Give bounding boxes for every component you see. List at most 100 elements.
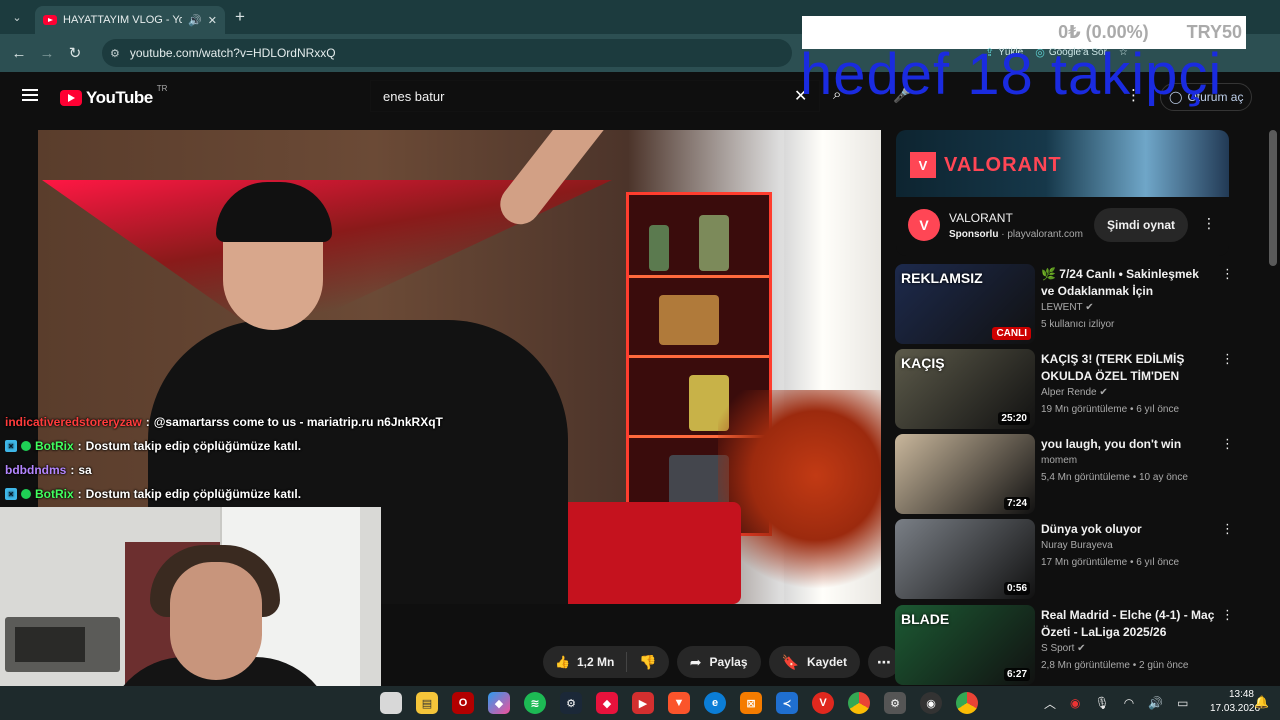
ad-more-icon[interactable]: ⋮: [1202, 215, 1216, 232]
back-icon[interactable]: ←: [5, 45, 33, 62]
channel-name-text: LEWENT: [1041, 302, 1083, 313]
video-title[interactable]: 🌿 7/24 Canlı • Sakinleşmek ve Odaklanmak…: [1041, 266, 1215, 300]
ad-domain: playvalorant.com: [1007, 229, 1083, 240]
video-thumbnail[interactable]: KAÇIŞ 25:20: [895, 349, 1035, 429]
ad-subline: Sponsorlu · playvalorant.com: [949, 229, 1083, 240]
browser-tab[interactable]: HAYATTAYIM VLOG - YouTube 🔊 ✕: [35, 6, 225, 34]
recommended-video[interactable]: BLADE 6:27 Real Madrid - Elche (4-1) - Maç…: [895, 605, 1235, 685]
dislike-button[interactable]: 👎: [627, 654, 668, 671]
video-thumbnail[interactable]: 0:56: [895, 519, 1035, 599]
reload-icon[interactable]: ↻: [61, 44, 89, 62]
ad-avatar[interactable]: V: [908, 209, 940, 241]
chat-username[interactable]: bdbdndms: [5, 463, 66, 477]
recommended-video[interactable]: 7:24 you laugh, you don't win momem 5,4 Mn …: [895, 434, 1235, 514]
cabinet-shelf: [629, 275, 769, 278]
tab-title: HAYATTAYIM VLOG - YouTube: [63, 14, 183, 26]
video-more-icon[interactable]: ⋮: [1221, 266, 1234, 282]
chrome-icon[interactable]: [848, 692, 870, 714]
video-title[interactable]: you laugh, you don't win: [1041, 436, 1215, 453]
share-button[interactable]: ➦ Paylaş: [676, 646, 761, 678]
channel-name[interactable]: LEWENT ✔: [1041, 302, 1094, 313]
verified-check-icon: ✔: [1074, 643, 1086, 654]
chat-separator: :: [77, 487, 82, 501]
chat-message: ✕ BotRix: Dostum takip edip çöplüğümüze ka…: [0, 482, 470, 506]
chrome-active-icon[interactable]: [956, 692, 978, 714]
verified-badge-icon: [21, 489, 31, 499]
like-button[interactable]: 👍 1,2 Mn: [543, 652, 628, 672]
video-meta: 19 Mn görüntüleme • 6 yıl önce: [1041, 404, 1180, 415]
url-field[interactable]: ⚙ youtube.com/watch?v=HDLOrdNRxxQ: [102, 39, 792, 67]
video-meta: 5 kullanıcı izliyor: [1041, 319, 1115, 330]
chat-message-text: @samartarss come to us - mariatrip.ru n6…: [153, 415, 443, 429]
tray-app-icon[interactable]: ◉: [1070, 696, 1080, 710]
wifi-icon[interactable]: ◠: [1124, 696, 1134, 710]
bot-badge-icon: ✕: [5, 440, 17, 452]
channel-name[interactable]: Alper Rende ✔: [1041, 387, 1108, 398]
video-title[interactable]: KAÇIŞ 3! (TERK EDİLMİŞ OKULDA ÖZEL TİM'D…: [1041, 351, 1215, 385]
recommended-video[interactable]: 0:56 Dünya yok oluyor Nuray Burayeva 17 Mn …: [895, 519, 1235, 599]
video-figurine: [699, 215, 729, 271]
search-input[interactable]: enes batur: [370, 80, 820, 112]
channel-name[interactable]: Nuray Burayeva: [1041, 540, 1113, 551]
new-tab-button[interactable]: +: [235, 7, 245, 27]
xampp-icon[interactable]: ⊠: [740, 692, 762, 714]
youtube-favicon-icon: [43, 15, 57, 25]
scrollbar[interactable]: [1269, 130, 1277, 266]
speaker-icon[interactable]: 🔊: [188, 14, 202, 27]
save-button[interactable]: 🔖 Kaydet: [768, 646, 860, 678]
game-icon[interactable]: ◆: [596, 692, 618, 714]
vscode-icon[interactable]: ≺: [776, 692, 798, 714]
youtube-logo[interactable]: YouTube TR: [60, 84, 167, 108]
video-thumbnail[interactable]: BLADE 6:27: [895, 605, 1035, 685]
battery-icon[interactable]: ▭: [1177, 696, 1188, 710]
chat-username[interactable]: indicativeredstoreryzaw: [5, 415, 142, 429]
site-info-icon[interactable]: ⚙: [110, 47, 120, 60]
menu-icon[interactable]: [22, 89, 38, 101]
video-thumbnail[interactable]: 7:24: [895, 434, 1035, 514]
copilot-icon[interactable]: ◆: [488, 692, 510, 714]
video-thumbnail[interactable]: REKLAMSIZ CANLI: [895, 264, 1035, 344]
channel-name[interactable]: S Sport ✔: [1041, 643, 1086, 654]
video-title[interactable]: Real Madrid - Elche (4-1) - Maç Özeti - …: [1041, 607, 1215, 641]
chat-separator: :: [145, 415, 150, 429]
notification-icon[interactable]: 🔔: [1254, 695, 1269, 709]
ad-sponsored-label: Sponsorlu: [949, 229, 999, 240]
forward-icon[interactable]: →: [33, 45, 61, 62]
brave-icon[interactable]: ▼: [668, 692, 690, 714]
video-more-icon[interactable]: ⋮: [1221, 521, 1234, 537]
bot-badge-icon: ✕: [5, 488, 17, 500]
task-view-icon[interactable]: [380, 692, 402, 714]
microphone-icon[interactable]: 🎙: [1095, 696, 1110, 710]
video-more-icon[interactable]: ⋮: [1221, 436, 1234, 452]
edge-icon[interactable]: e: [704, 692, 726, 714]
recommended-video[interactable]: REKLAMSIZ CANLI 🌿 7/24 Canlı • Sakinleşmek…: [895, 264, 1235, 344]
chat-username[interactable]: BotRix: [35, 487, 74, 501]
steam-icon[interactable]: ⚙: [560, 692, 582, 714]
settings-app-icon[interactable]: ⚙: [884, 692, 906, 714]
video-meta: 5,4 Mn görüntüleme • 10 ay önce: [1041, 472, 1188, 483]
verified-check-icon: ✔: [1096, 387, 1108, 398]
ad-cta-button[interactable]: Şimdi oynat: [1094, 208, 1188, 242]
vivaldi-icon[interactable]: V: [812, 692, 834, 714]
tray-chevron-icon[interactable]: ︿: [1044, 695, 1056, 712]
video-title[interactable]: Dünya yok oluyor: [1041, 521, 1215, 538]
chat-username[interactable]: BotRix: [35, 439, 74, 453]
ad-banner[interactable]: V VALORANT: [896, 130, 1229, 197]
close-tab-icon[interactable]: ✕: [208, 14, 217, 27]
recommended-video[interactable]: KAÇIŞ 25:20 KAÇIŞ 3! (TERK EDİLMİŞ OKULDA …: [895, 349, 1235, 429]
youtube-app-icon[interactable]: ▶: [632, 692, 654, 714]
valorant-v-icon: V: [910, 152, 936, 178]
video-more-icon[interactable]: ⋮: [1221, 607, 1234, 623]
file-explorer-icon[interactable]: ▤: [416, 692, 438, 714]
channel-name[interactable]: momem: [1041, 455, 1077, 466]
tab-search-icon[interactable]: ⌄: [5, 5, 29, 29]
video-figurine: [649, 225, 669, 271]
video-more-icon[interactable]: ⋮: [1221, 351, 1234, 367]
sidebar-ad[interactable]: V VALORANT V VALORANT Sponsorlu · playva…: [896, 130, 1229, 256]
volume-icon[interactable]: 🔊: [1148, 696, 1163, 710]
taskbar-clock[interactable]: 13:48 17.03.2026: [1210, 688, 1260, 716]
spotify-icon[interactable]: ≋: [524, 692, 546, 714]
obs-icon[interactable]: ◉: [920, 692, 942, 714]
opera-icon[interactable]: O: [452, 692, 474, 714]
share-icon: ➦: [689, 653, 702, 670]
